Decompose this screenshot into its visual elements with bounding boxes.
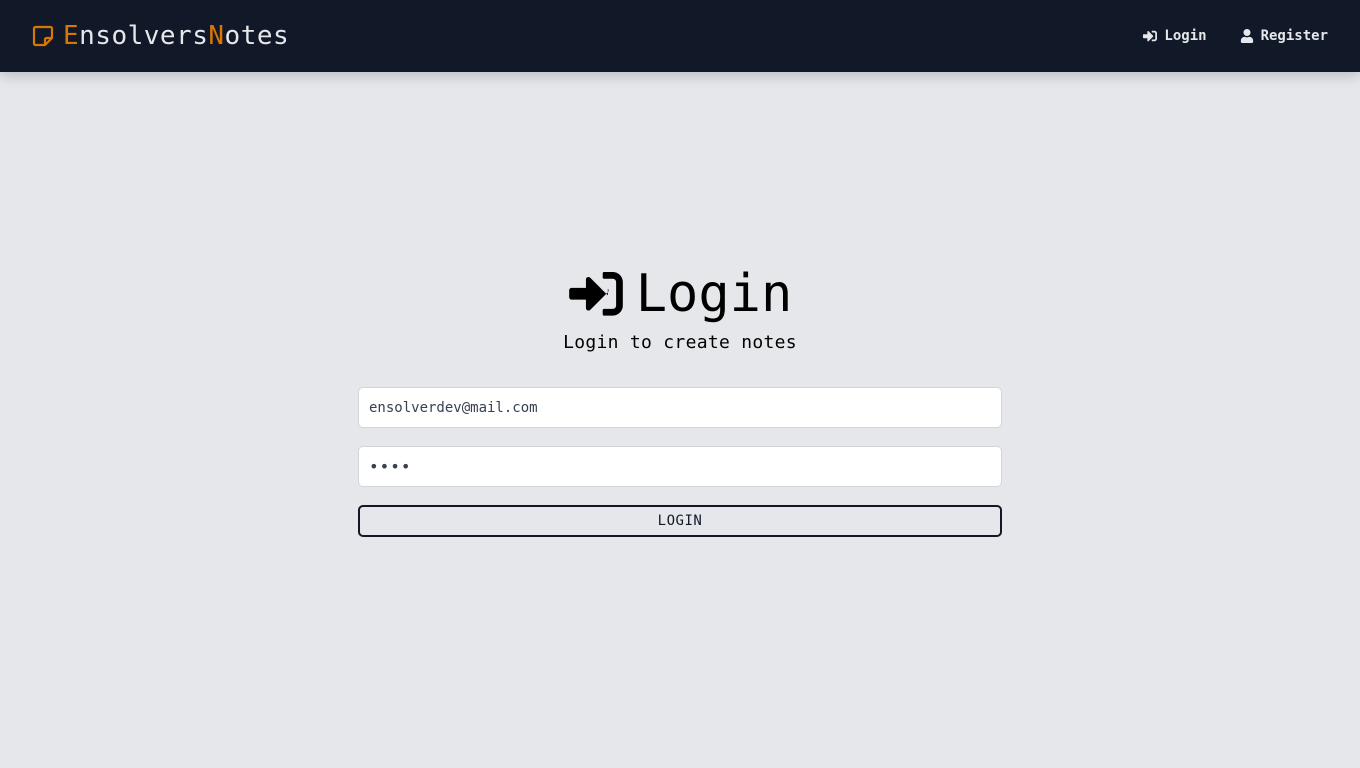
nav-register-link[interactable]: Register — [1240, 28, 1328, 44]
brand-initial-e: E — [63, 21, 80, 51]
login-button[interactable]: LOGIN — [358, 505, 1002, 537]
brand-logo-link[interactable]: EnsolversNotes — [31, 21, 289, 51]
nav-register-label: Register — [1260, 28, 1328, 44]
brand-initial-n: N — [208, 21, 225, 51]
login-heading-section: Login Login to create notes — [0, 264, 1360, 353]
page-title: Login — [635, 264, 793, 324]
brand-word-notes: otes — [224, 21, 290, 51]
user-icon — [1240, 29, 1253, 43]
heading-row: Login — [568, 264, 793, 324]
page-subtitle: Login to create notes — [563, 332, 797, 353]
brand-name: EnsolversNotes — [63, 21, 289, 51]
email-field[interactable] — [358, 387, 1002, 428]
sign-in-icon — [1143, 30, 1158, 42]
login-form: LOGIN — [358, 387, 1002, 537]
nav-links: Login Register — [1143, 28, 1328, 44]
navbar: EnsolversNotes Login Register — [0, 0, 1360, 72]
password-field[interactable] — [358, 446, 1002, 487]
sign-in-icon — [568, 272, 623, 316]
nav-login-link[interactable]: Login — [1143, 28, 1207, 44]
sticky-note-icon — [32, 25, 54, 47]
nav-login-label: Login — [1164, 28, 1207, 44]
brand-word-ensolvers: nsolvers — [79, 21, 209, 51]
